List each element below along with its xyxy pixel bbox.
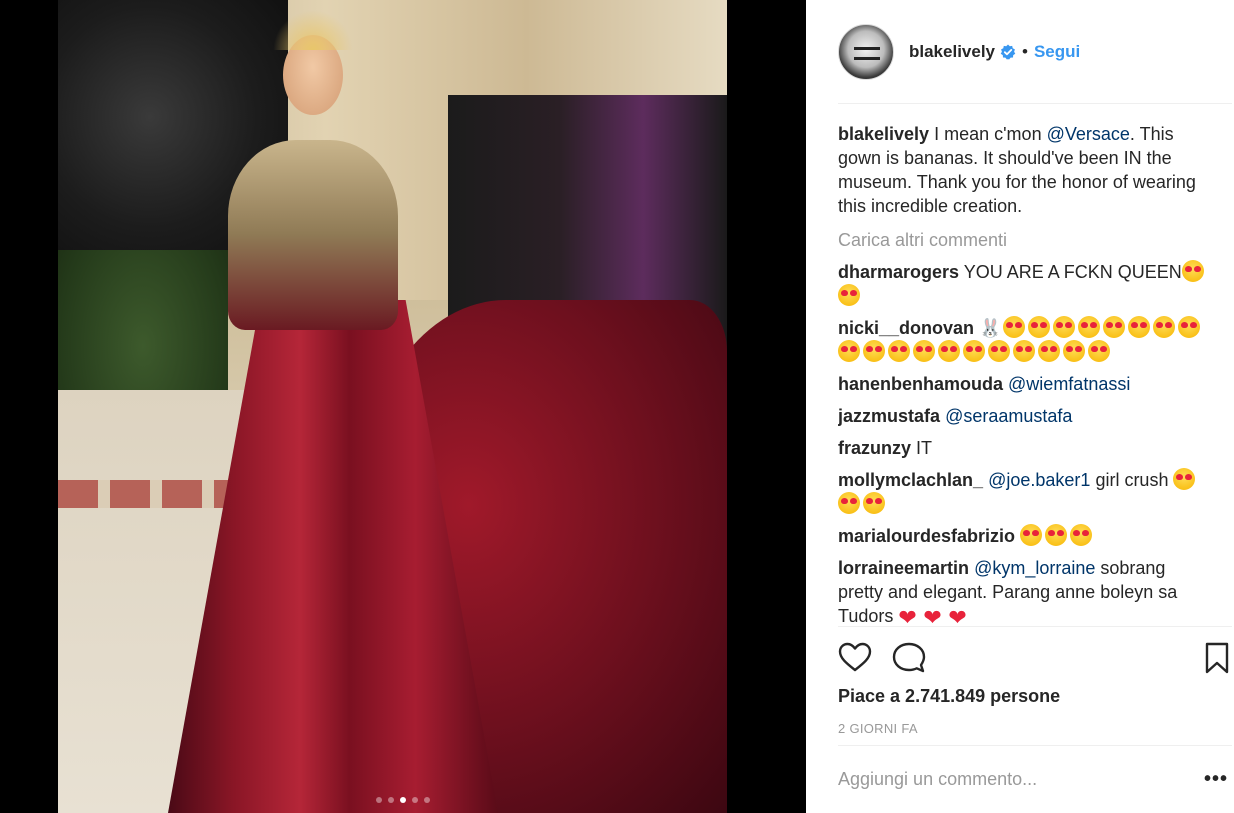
follow-button[interactable]: Segui bbox=[1034, 42, 1080, 62]
comment-items: dharmarogers YOU ARE A FCKN QUEEN nicki__… bbox=[838, 260, 1208, 624]
heart-eyes-emoji-icon bbox=[1178, 316, 1201, 338]
post-actions-bar bbox=[838, 626, 1232, 686]
post-timestamp[interactable]: 2 GIORNI FA bbox=[838, 721, 918, 736]
comment-item: mollymclachlan_ @joe.baker1 girl crush bbox=[838, 468, 1208, 516]
heart-eyes-emoji-icon bbox=[1181, 260, 1204, 282]
comment-item: dharmarogers YOU ARE A FCKN QUEEN bbox=[838, 260, 1208, 308]
comment-text: IT bbox=[916, 438, 933, 458]
heart-eyes-emoji-icon bbox=[863, 492, 885, 514]
comments-list[interactable]: blakelively I mean c'mon @Versace. This … bbox=[838, 122, 1208, 624]
comment-username[interactable]: mollymclachlan_ bbox=[838, 470, 983, 490]
heart-eyes-emoji-icon bbox=[1128, 316, 1151, 338]
comment-username[interactable]: hanenbenhamouda bbox=[838, 374, 1003, 394]
author-username[interactable]: blakelively bbox=[909, 42, 995, 62]
heart-eyes-emoji-icon bbox=[1028, 316, 1051, 338]
post-media-area bbox=[0, 0, 806, 813]
carousel-indicator bbox=[0, 797, 806, 803]
heart-eyes-emoji-icon bbox=[1078, 316, 1101, 338]
comment-username[interactable]: lorraineemartin bbox=[838, 558, 969, 578]
load-more-comments-button[interactable]: Carica altri commenti bbox=[838, 228, 1208, 252]
comment-mention[interactable]: @wiemfatnassi bbox=[1008, 374, 1130, 394]
heart-eyes-emoji-icon bbox=[1088, 340, 1110, 362]
comment-username[interactable]: marialourdesfabrizio bbox=[838, 526, 1015, 546]
comment-item: hanenbenhamouda @wiemfatnassi bbox=[838, 372, 1208, 396]
heart-eyes-emoji-icon bbox=[1173, 468, 1196, 490]
heart-eyes-emoji-icon bbox=[1013, 340, 1035, 362]
heart-eyes-emoji-icon bbox=[913, 340, 935, 362]
save-button[interactable] bbox=[1200, 641, 1234, 675]
comment-username[interactable]: nicki__donovan bbox=[838, 318, 974, 338]
carousel-dot[interactable] bbox=[412, 797, 418, 803]
photo-crown bbox=[273, 10, 353, 50]
comment-text: YOU ARE A FCKN QUEEN bbox=[963, 262, 1182, 282]
heart-eyes-emoji-icon bbox=[938, 340, 960, 362]
heart-eyes-emoji-icon bbox=[1153, 316, 1176, 338]
heart-eyes-emoji-icon bbox=[863, 340, 885, 362]
more-options-button[interactable]: ••• bbox=[1204, 768, 1228, 791]
comment-bubble-icon bbox=[892, 642, 926, 673]
likes-count[interactable]: Piace a 2.741.849 persone bbox=[838, 686, 1060, 707]
comment-mention[interactable]: @seraamustafa bbox=[945, 406, 1072, 426]
comment-item: nicki__donovan 🐰 bbox=[838, 316, 1208, 364]
comment-button[interactable] bbox=[892, 641, 926, 675]
carousel-dot[interactable] bbox=[400, 797, 406, 803]
like-button[interactable] bbox=[838, 641, 872, 675]
heart-eyes-emoji-icon bbox=[1038, 340, 1060, 362]
heart-eyes-emoji-icon bbox=[1003, 316, 1026, 338]
heart-eyes-emoji-icon bbox=[1070, 524, 1093, 546]
heart-eyes-emoji-icon bbox=[888, 340, 910, 362]
post-caption: blakelively I mean c'mon @Versace. This … bbox=[838, 122, 1208, 218]
post-side-panel: blakelively • Segui blakelively I mean c… bbox=[806, 0, 1234, 813]
caption-username[interactable]: blakelively bbox=[838, 124, 929, 144]
photo-gown-bodice bbox=[228, 140, 398, 330]
red-heart-emoji-icon: ❤ bbox=[923, 605, 942, 625]
verified-badge-icon bbox=[1000, 44, 1016, 60]
comment-item: lorraineemartin @kym_lorraine sobrang pr… bbox=[838, 556, 1208, 624]
caption-text-start: I mean c'mon bbox=[934, 124, 1047, 144]
comment-item: jazzmustafa @seraamustafa bbox=[838, 404, 1208, 428]
comment-input[interactable] bbox=[838, 769, 1204, 790]
comment-item: marialourdesfabrizio bbox=[838, 524, 1208, 548]
heart-eyes-emoji-icon bbox=[988, 340, 1010, 362]
heart-eyes-emoji-icon bbox=[963, 340, 985, 362]
rabbit-emoji-icon: 🐰 bbox=[979, 318, 1002, 338]
comment-username[interactable]: dharmarogers bbox=[838, 262, 959, 282]
heart-eyes-emoji-icon bbox=[1103, 316, 1126, 338]
comment-item: frazunzy IT bbox=[838, 436, 1208, 460]
comment-mention[interactable]: @kym_lorraine bbox=[974, 558, 1095, 578]
post-photo[interactable] bbox=[58, 0, 727, 813]
heart-outline-icon bbox=[838, 642, 872, 672]
heart-eyes-emoji-icon bbox=[1045, 524, 1068, 546]
carousel-dot[interactable] bbox=[376, 797, 382, 803]
red-heart-emoji-icon: ❤ bbox=[898, 605, 917, 625]
red-heart-emoji-icon: ❤ bbox=[948, 605, 967, 625]
heart-eyes-emoji-icon bbox=[1020, 524, 1043, 546]
bookmark-icon bbox=[1205, 642, 1229, 674]
comment-mention[interactable]: @joe.baker1 bbox=[988, 470, 1090, 490]
carousel-dot[interactable] bbox=[388, 797, 394, 803]
heart-eyes-emoji-icon bbox=[1053, 316, 1076, 338]
comment-text: girl crush bbox=[1090, 470, 1174, 490]
caption-mention[interactable]: @Versace bbox=[1047, 124, 1130, 144]
carousel-dot[interactable] bbox=[424, 797, 430, 803]
comment-username[interactable]: frazunzy bbox=[838, 438, 911, 458]
heart-eyes-emoji-icon bbox=[1063, 340, 1085, 362]
header-separator: • bbox=[1022, 41, 1028, 61]
heart-eyes-emoji-icon bbox=[838, 492, 860, 514]
comment-username[interactable]: jazzmustafa bbox=[838, 406, 940, 426]
author-avatar[interactable] bbox=[838, 23, 894, 80]
post-header: blakelively • Segui bbox=[838, 0, 1232, 104]
add-comment-bar: ••• bbox=[838, 745, 1232, 813]
heart-eyes-emoji-icon bbox=[838, 340, 860, 362]
heart-eyes-emoji-icon bbox=[838, 284, 860, 306]
